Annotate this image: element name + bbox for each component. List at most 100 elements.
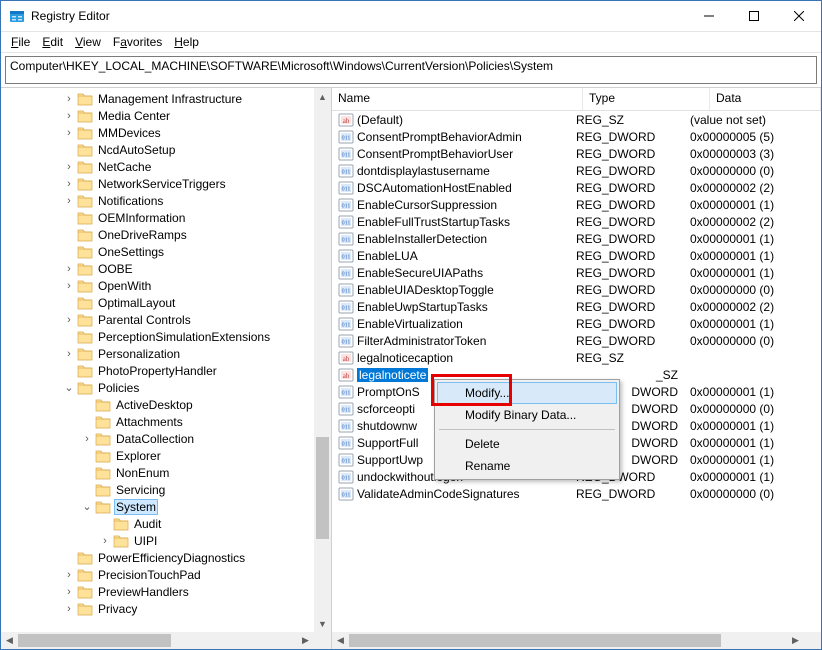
dword-value-icon <box>338 231 354 247</box>
tree-item[interactable]: ›MMDevices <box>1 124 331 141</box>
chevron-right-icon[interactable]: › <box>61 195 77 207</box>
value-row[interactable]: EnableVirtualizationREG_DWORD0x00000001 … <box>332 315 821 332</box>
string-value-icon <box>338 112 354 128</box>
folder-icon <box>77 551 93 565</box>
tree-item[interactable]: ›OpenWith <box>1 277 331 294</box>
tree-item[interactable]: ›Explorer <box>1 447 331 464</box>
tree-item[interactable]: ›PerceptionSimulationExtensions <box>1 328 331 345</box>
chevron-right-icon[interactable]: › <box>61 127 77 139</box>
list-horizontal-scrollbar[interactable]: ◀ ▶ <box>332 632 804 649</box>
chevron-right-icon[interactable]: › <box>61 348 77 360</box>
minimize-button[interactable] <box>686 2 731 31</box>
value-row[interactable]: (Default)REG_SZ(value not set) <box>332 111 821 128</box>
value-row[interactable]: legalnoticecaptionREG_SZ <box>332 349 821 366</box>
value-row[interactable]: ConsentPromptBehaviorUserREG_DWORD0x0000… <box>332 145 821 162</box>
tree-item[interactable]: ›Audit <box>1 515 331 532</box>
scroll-left-icon[interactable]: ◀ <box>1 632 18 649</box>
value-row[interactable]: EnableUIADesktopToggleREG_DWORD0x0000000… <box>332 281 821 298</box>
titlebar: Registry Editor <box>1 1 821 32</box>
chevron-right-icon[interactable]: › <box>61 280 77 292</box>
value-row[interactable]: EnableInstallerDetectionREG_DWORD0x00000… <box>332 230 821 247</box>
tree-item-label: OneSettings <box>96 245 166 259</box>
address-bar[interactable]: Computer\HKEY_LOCAL_MACHINE\SOFTWARE\Mic… <box>5 56 817 84</box>
tree-item[interactable]: ›OneDriveRamps <box>1 226 331 243</box>
tree-item[interactable]: ›UIPI <box>1 532 331 549</box>
tree-item[interactable]: ›NetCache <box>1 158 331 175</box>
scroll-up-icon[interactable]: ▲ <box>314 88 331 105</box>
tree-item[interactable]: ›OOBE <box>1 260 331 277</box>
value-row[interactable]: ValidateAdminCodeSignaturesREG_DWORD0x00… <box>332 485 821 502</box>
scroll-down-icon[interactable]: ▼ <box>314 615 331 632</box>
tree-item[interactable]: ›DataCollection <box>1 430 331 447</box>
tree-item[interactable]: ›OneSettings <box>1 243 331 260</box>
value-row[interactable]: EnableLUAREG_DWORD0x00000001 (1) <box>332 247 821 264</box>
context-delete[interactable]: Delete <box>437 433 617 455</box>
value-row[interactable]: ConsentPromptBehaviorAdminREG_DWORD0x000… <box>332 128 821 145</box>
tree-item[interactable]: ›Privacy <box>1 600 331 617</box>
scroll-right-icon[interactable]: ▶ <box>787 632 804 649</box>
menu-view[interactable]: View <box>69 33 107 51</box>
value-data: 0x00000000 (0) <box>684 402 821 416</box>
context-modify-binary[interactable]: Modify Binary Data... <box>437 404 617 426</box>
value-row[interactable]: FilterAdministratorTokenREG_DWORD0x00000… <box>332 332 821 349</box>
menu-favorites[interactable]: Favorites <box>107 33 168 51</box>
value-data: 0x00000005 (5) <box>684 130 821 144</box>
tree-item[interactable]: ›NonEnum <box>1 464 331 481</box>
folder-icon <box>113 534 129 548</box>
value-row[interactable]: EnableUwpStartupTasksREG_DWORD0x00000002… <box>332 298 821 315</box>
chevron-right-icon[interactable]: › <box>61 110 77 122</box>
menu-help[interactable]: Help <box>168 33 205 51</box>
tree-item[interactable]: ⌄System <box>1 498 331 515</box>
tree-item[interactable]: ›OptimalLayout <box>1 294 331 311</box>
tree-item[interactable]: ›Management Infrastructure <box>1 90 331 107</box>
scroll-right-icon[interactable]: ▶ <box>297 632 314 649</box>
context-modify[interactable]: Modify... <box>437 382 617 404</box>
tree-item[interactable]: ›PowerEfficiencyDiagnostics <box>1 549 331 566</box>
tree-item[interactable]: ›ActiveDesktop <box>1 396 331 413</box>
chevron-right-icon[interactable]: › <box>61 93 77 105</box>
tree-item[interactable]: ›Media Center <box>1 107 331 124</box>
value-row[interactable]: EnableCursorSuppressionREG_DWORD0x000000… <box>332 196 821 213</box>
tree-item[interactable]: ›Parental Controls <box>1 311 331 328</box>
tree-item[interactable]: ›Attachments <box>1 413 331 430</box>
tree-item[interactable]: ⌄Policies <box>1 379 331 396</box>
tree-item[interactable]: ›NetworkServiceTriggers <box>1 175 331 192</box>
tree-vertical-scrollbar[interactable]: ▲ ▼ <box>314 88 331 632</box>
folder-icon <box>77 568 93 582</box>
column-type[interactable]: Type <box>583 88 710 110</box>
tree-item[interactable]: ›PrecisionTouchPad <box>1 566 331 583</box>
menu-edit[interactable]: Edit <box>36 33 69 51</box>
chevron-right-icon[interactable]: › <box>61 569 77 581</box>
tree-horizontal-scrollbar[interactable]: ◀ ▶ <box>1 632 314 649</box>
value-data: 0x00000001 (1) <box>684 470 821 484</box>
scroll-left-icon[interactable]: ◀ <box>332 632 349 649</box>
tree-item[interactable]: ›OEMInformation <box>1 209 331 226</box>
chevron-right-icon[interactable]: › <box>79 433 95 445</box>
chevron-right-icon[interactable]: › <box>61 586 77 598</box>
tree-item[interactable]: ›Servicing <box>1 481 331 498</box>
chevron-right-icon[interactable]: › <box>61 178 77 190</box>
chevron-right-icon[interactable]: › <box>97 535 113 547</box>
column-data[interactable]: Data <box>710 88 821 110</box>
folder-icon <box>77 228 93 242</box>
value-row[interactable]: dontdisplaylastusernameREG_DWORD0x000000… <box>332 162 821 179</box>
value-row[interactable]: EnableFullTrustStartupTasksREG_DWORD0x00… <box>332 213 821 230</box>
tree-item[interactable]: ›PhotoPropertyHandler <box>1 362 331 379</box>
chevron-down-icon[interactable]: ⌄ <box>61 381 77 394</box>
chevron-right-icon[interactable]: › <box>61 603 77 615</box>
column-name[interactable]: Name <box>332 88 583 110</box>
context-rename[interactable]: Rename <box>437 455 617 477</box>
value-row[interactable]: EnableSecureUIAPathsREG_DWORD0x00000001 … <box>332 264 821 281</box>
chevron-down-icon[interactable]: ⌄ <box>79 500 95 513</box>
tree-item[interactable]: ›Personalization <box>1 345 331 362</box>
chevron-right-icon[interactable]: › <box>61 161 77 173</box>
maximize-button[interactable] <box>731 2 776 31</box>
close-button[interactable] <box>776 2 821 31</box>
menu-file[interactable]: File <box>5 33 36 51</box>
tree-item[interactable]: ›NcdAutoSetup <box>1 141 331 158</box>
tree-item[interactable]: ›Notifications <box>1 192 331 209</box>
chevron-right-icon[interactable]: › <box>61 314 77 326</box>
chevron-right-icon[interactable]: › <box>61 263 77 275</box>
value-row[interactable]: DSCAutomationHostEnabledREG_DWORD0x00000… <box>332 179 821 196</box>
tree-item[interactable]: ›PreviewHandlers <box>1 583 331 600</box>
